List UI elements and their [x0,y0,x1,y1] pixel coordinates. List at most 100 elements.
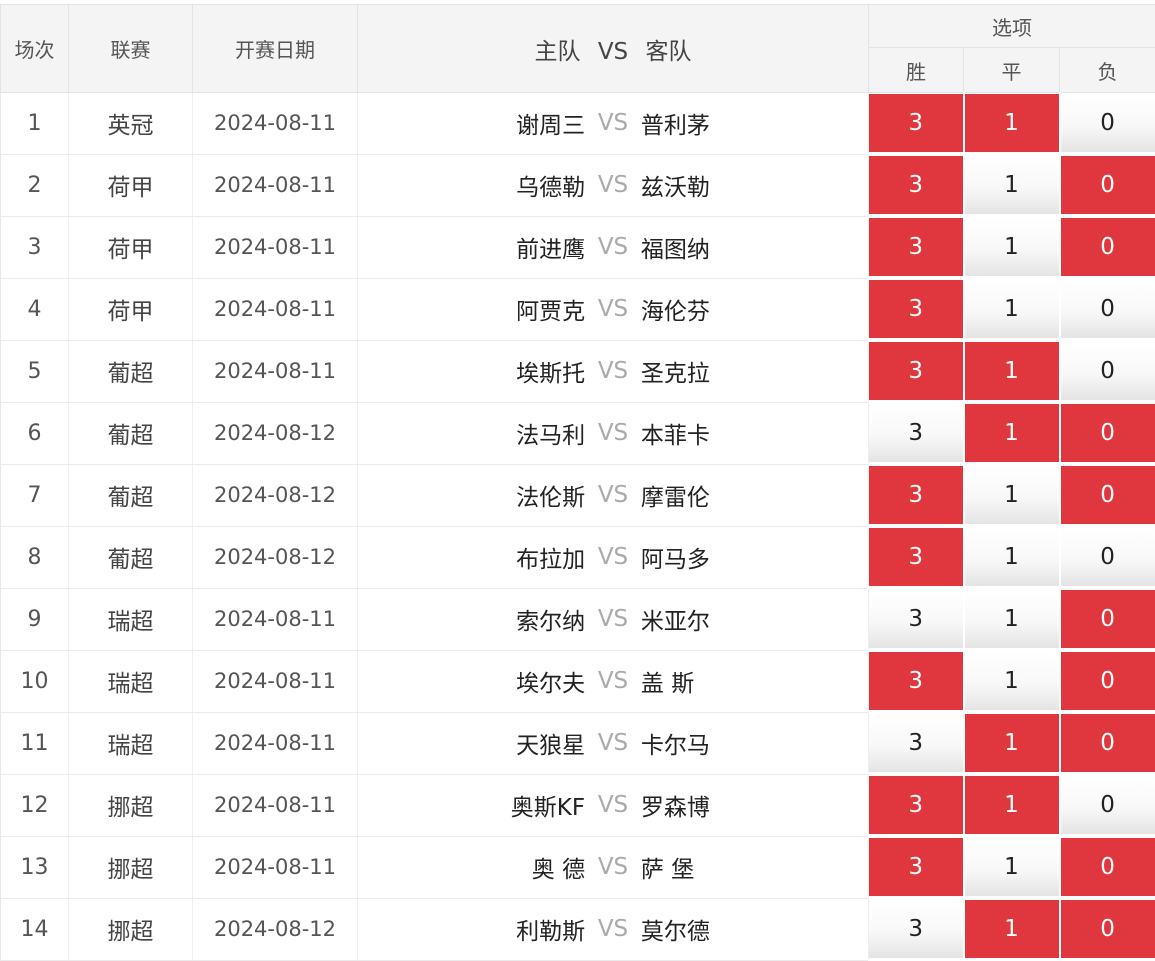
option-cell-lose: 0 [1060,898,1155,960]
option-cell-win: 3 [869,154,964,216]
option-lose-button[interactable]: 0 [1061,404,1155,462]
league-name: 葡超 [69,340,193,402]
option-cell-draw: 1 [964,712,1060,774]
away-team: 阿马多 [641,540,868,574]
home-team: 天狼星 [358,726,585,760]
option-lose-button[interactable]: 0 [1061,714,1155,772]
option-win-button[interactable]: 3 [869,218,963,276]
option-lose-button[interactable]: 0 [1061,218,1155,276]
match-index: 1 [1,93,69,155]
option-cell-lose: 0 [1060,526,1155,588]
match-index: 14 [1,898,69,960]
option-draw-button[interactable]: 1 [965,528,1059,586]
option-lose-button[interactable]: 0 [1061,776,1155,834]
option-cell-win: 3 [869,526,964,588]
option-cell-draw: 1 [964,278,1060,340]
option-lose-button[interactable]: 0 [1061,900,1155,958]
option-lose-button[interactable]: 0 [1061,94,1155,152]
option-win-button[interactable]: 3 [869,94,963,152]
option-win-button[interactable]: 3 [869,900,963,958]
match-teams: 布拉加 VS 阿马多 [358,526,869,588]
header-away: 客队 [645,39,691,65]
option-cell-lose: 0 [1060,836,1155,898]
match-index: 4 [1,278,69,340]
option-lose-button[interactable]: 0 [1061,156,1155,214]
match-date: 2024-08-12 [193,898,358,960]
vs-label: VS [585,420,641,446]
match-teams: 利勒斯 VS 莫尔德 [358,898,869,960]
home-team: 法马利 [358,416,585,450]
match-teams: 奥 德 VS 萨 堡 [358,836,869,898]
option-draw-button[interactable]: 1 [965,714,1059,772]
table-row: 9 瑞超 2024-08-11 索尔纳 VS 米亚尔 3 1 0 [1,588,1155,650]
home-team: 奥 德 [358,850,585,884]
option-lose-button[interactable]: 0 [1061,466,1155,524]
option-draw-button[interactable]: 1 [965,652,1059,710]
option-cell-win: 3 [869,898,964,960]
option-draw-button[interactable]: 1 [965,466,1059,524]
option-lose-button[interactable]: 0 [1061,528,1155,586]
vs-label: VS [585,854,641,880]
away-team: 盖 斯 [641,664,868,698]
option-cell-lose: 0 [1060,712,1155,774]
option-cell-draw: 1 [964,836,1060,898]
header-draw: 平 [964,48,1060,93]
option-cell-draw: 1 [964,464,1060,526]
option-draw-button[interactable]: 1 [965,404,1059,462]
table-header: 场次 联赛 开赛日期 主队 VS 客队 选项 胜 平 负 [1,5,1155,93]
match-teams: 法马利 VS 本菲卡 [358,402,869,464]
option-draw-button[interactable]: 1 [965,776,1059,834]
option-draw-button[interactable]: 1 [965,838,1059,896]
match-teams: 天狼星 VS 卡尔马 [358,712,869,774]
option-win-button[interactable]: 3 [869,404,963,462]
table-row: 13 挪超 2024-08-11 奥 德 VS 萨 堡 3 1 0 [1,836,1155,898]
vs-label: VS [585,606,641,632]
option-win-button[interactable]: 3 [869,528,963,586]
match-index: 8 [1,526,69,588]
match-index: 6 [1,402,69,464]
match-teams: 前进鹰 VS 福图纳 [358,216,869,278]
option-draw-button[interactable]: 1 [965,218,1059,276]
option-lose-button[interactable]: 0 [1061,280,1155,338]
option-draw-button[interactable]: 1 [965,590,1059,648]
option-win-button[interactable]: 3 [869,156,963,214]
option-lose-button[interactable]: 0 [1061,838,1155,896]
option-draw-button[interactable]: 1 [965,94,1059,152]
option-cell-draw: 1 [964,340,1060,402]
option-win-button[interactable]: 3 [869,838,963,896]
match-date: 2024-08-11 [193,712,358,774]
table-row: 6 葡超 2024-08-12 法马利 VS 本菲卡 3 1 0 [1,402,1155,464]
option-draw-button[interactable]: 1 [965,280,1059,338]
option-lose-button[interactable]: 0 [1061,590,1155,648]
vs-label: VS [585,172,641,198]
option-win-button[interactable]: 3 [869,652,963,710]
option-cell-lose: 0 [1060,216,1155,278]
option-lose-button[interactable]: 0 [1061,652,1155,710]
option-draw-button[interactable]: 1 [965,156,1059,214]
vs-label: VS [585,668,641,694]
option-draw-button[interactable]: 1 [965,342,1059,400]
table-row: 5 葡超 2024-08-11 埃斯托 VS 圣克拉 3 1 0 [1,340,1155,402]
table-row: 14 挪超 2024-08-12 利勒斯 VS 莫尔德 3 1 0 [1,898,1155,960]
league-name: 葡超 [69,402,193,464]
away-team: 卡尔马 [641,726,868,760]
option-draw-button[interactable]: 1 [965,900,1059,958]
match-teams: 奥斯KF VS 罗森博 [358,774,869,836]
option-win-button[interactable]: 3 [869,714,963,772]
home-team: 埃尔夫 [358,664,585,698]
option-cell-lose: 0 [1060,402,1155,464]
away-team: 莫尔德 [641,912,868,946]
option-cell-win: 3 [869,588,964,650]
match-date: 2024-08-11 [193,340,358,402]
option-win-button[interactable]: 3 [869,342,963,400]
option-cell-win: 3 [869,712,964,774]
option-win-button[interactable]: 3 [869,590,963,648]
option-win-button[interactable]: 3 [869,280,963,338]
league-name: 瑞超 [69,712,193,774]
option-lose-button[interactable]: 0 [1061,342,1155,400]
league-name: 葡超 [69,464,193,526]
option-win-button[interactable]: 3 [869,776,963,834]
option-win-button[interactable]: 3 [869,466,963,524]
option-cell-draw: 1 [964,216,1060,278]
match-date: 2024-08-12 [193,464,358,526]
